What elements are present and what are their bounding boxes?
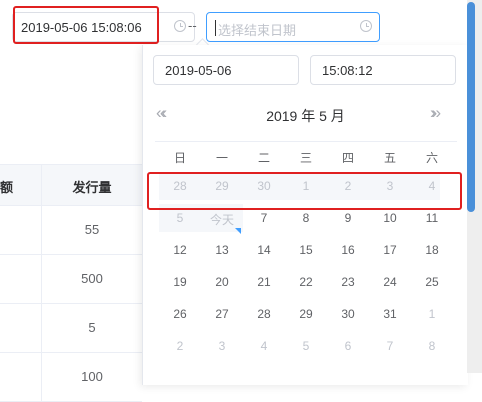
calendar-day[interactable]: 10 <box>369 211 411 225</box>
text-caret <box>215 20 216 36</box>
column-header-issue-volume: 发行量 <box>72 180 112 195</box>
calendar-day[interactable]: 25 <box>411 275 453 289</box>
today-marker-icon <box>235 228 241 234</box>
weekday-label: 一 <box>215 151 228 165</box>
calendar-day[interactable]: 13 <box>201 243 243 257</box>
end-datetime-input[interactable]: 选择结束日期 <box>206 12 380 42</box>
calendar-day[interactable]: 4 <box>243 339 285 353</box>
table-cell: 55 <box>84 222 100 237</box>
calendar-day[interactable]: 12 <box>159 243 201 257</box>
table-header: 额 发行量 <box>0 164 142 206</box>
calendar-day[interactable]: 28 <box>243 307 285 321</box>
calendar-day[interactable]: 18 <box>411 243 453 257</box>
calendar-day[interactable]: 7 <box>243 211 285 225</box>
calendar-day[interactable]: 22 <box>285 275 327 289</box>
calendar-day[interactable]: 19 <box>159 275 201 289</box>
table-cell: 5 <box>88 320 96 335</box>
next-year-icon[interactable]: ›» <box>430 103 441 123</box>
table-row: 100 <box>0 353 142 402</box>
table-cell: 500 <box>81 271 103 286</box>
range-separator: -- <box>188 18 197 33</box>
calendar-day[interactable]: 9 <box>327 211 369 225</box>
scrollbar-thumb[interactable] <box>467 2 475 212</box>
calendar-day[interactable]: 11 <box>411 211 453 225</box>
calendar-day[interactable]: 1 <box>411 307 453 321</box>
calendar-day[interactable]: 30 <box>327 307 369 321</box>
calendar-day[interactable]: 15 <box>285 243 327 257</box>
calendar-day[interactable]: 8 <box>411 339 453 353</box>
table-row: 55 <box>0 206 142 255</box>
weekday-label: 三 <box>299 151 312 165</box>
datetime-picker-panel: 2019-05-06 15:08:12 «‹ 2019 年 5 月 ›» 日一二… <box>142 45 468 385</box>
calendar-day[interactable]: 31 <box>369 307 411 321</box>
calendar-day[interactable]: 6 <box>327 339 369 353</box>
calendar-day[interactable]: 2 <box>159 339 201 353</box>
weekday-label: 二 <box>257 151 270 165</box>
calendar-day[interactable]: 26 <box>159 307 201 321</box>
calendar-day[interactable]: 29 <box>285 307 327 321</box>
calendar-day[interactable]: 3 <box>201 339 243 353</box>
calendar-day[interactable]: 27 <box>201 307 243 321</box>
table-row: 5 <box>0 304 142 353</box>
table-row: 500 <box>0 255 142 304</box>
calendar-day[interactable]: 7 <box>369 339 411 353</box>
highlight-box-start <box>13 6 159 44</box>
calendar-day[interactable]: 17 <box>369 243 411 257</box>
calendar-day[interactable]: 20 <box>201 275 243 289</box>
picker-time-input[interactable]: 15:08:12 <box>310 55 456 85</box>
weekday-label: 五 <box>383 151 396 165</box>
divider <box>155 141 457 142</box>
column-header-amount: 额 <box>0 180 14 195</box>
calendar-day[interactable]: 5 <box>285 339 327 353</box>
end-datetime-placeholder: 选择结束日期 <box>218 23 297 38</box>
calendar-day[interactable]: 8 <box>285 211 327 225</box>
calendar-day[interactable]: 21 <box>243 275 285 289</box>
calendar-day-today[interactable]: 今天 <box>201 211 243 228</box>
weekday-label: 日 <box>173 151 186 165</box>
calendar-day[interactable]: 16 <box>327 243 369 257</box>
clock-icon[interactable] <box>174 20 186 32</box>
weekday-label: 六 <box>425 151 438 165</box>
data-table: 额 发行量 55 500 5 100 <box>0 164 142 402</box>
calendar-day[interactable]: 5 <box>159 211 201 225</box>
calendar-day[interactable]: 24 <box>369 275 411 289</box>
clock-icon[interactable] <box>360 20 372 32</box>
calendar-day[interactable]: 23 <box>327 275 369 289</box>
table-cell: 100 <box>81 369 103 384</box>
picker-date-input[interactable]: 2019-05-06 <box>153 55 299 85</box>
weekday-label: 四 <box>341 151 354 165</box>
calendar-month-label: 2019 年 5 月 <box>266 108 345 124</box>
highlight-box-week <box>147 172 462 210</box>
calendar-day[interactable]: 14 <box>243 243 285 257</box>
